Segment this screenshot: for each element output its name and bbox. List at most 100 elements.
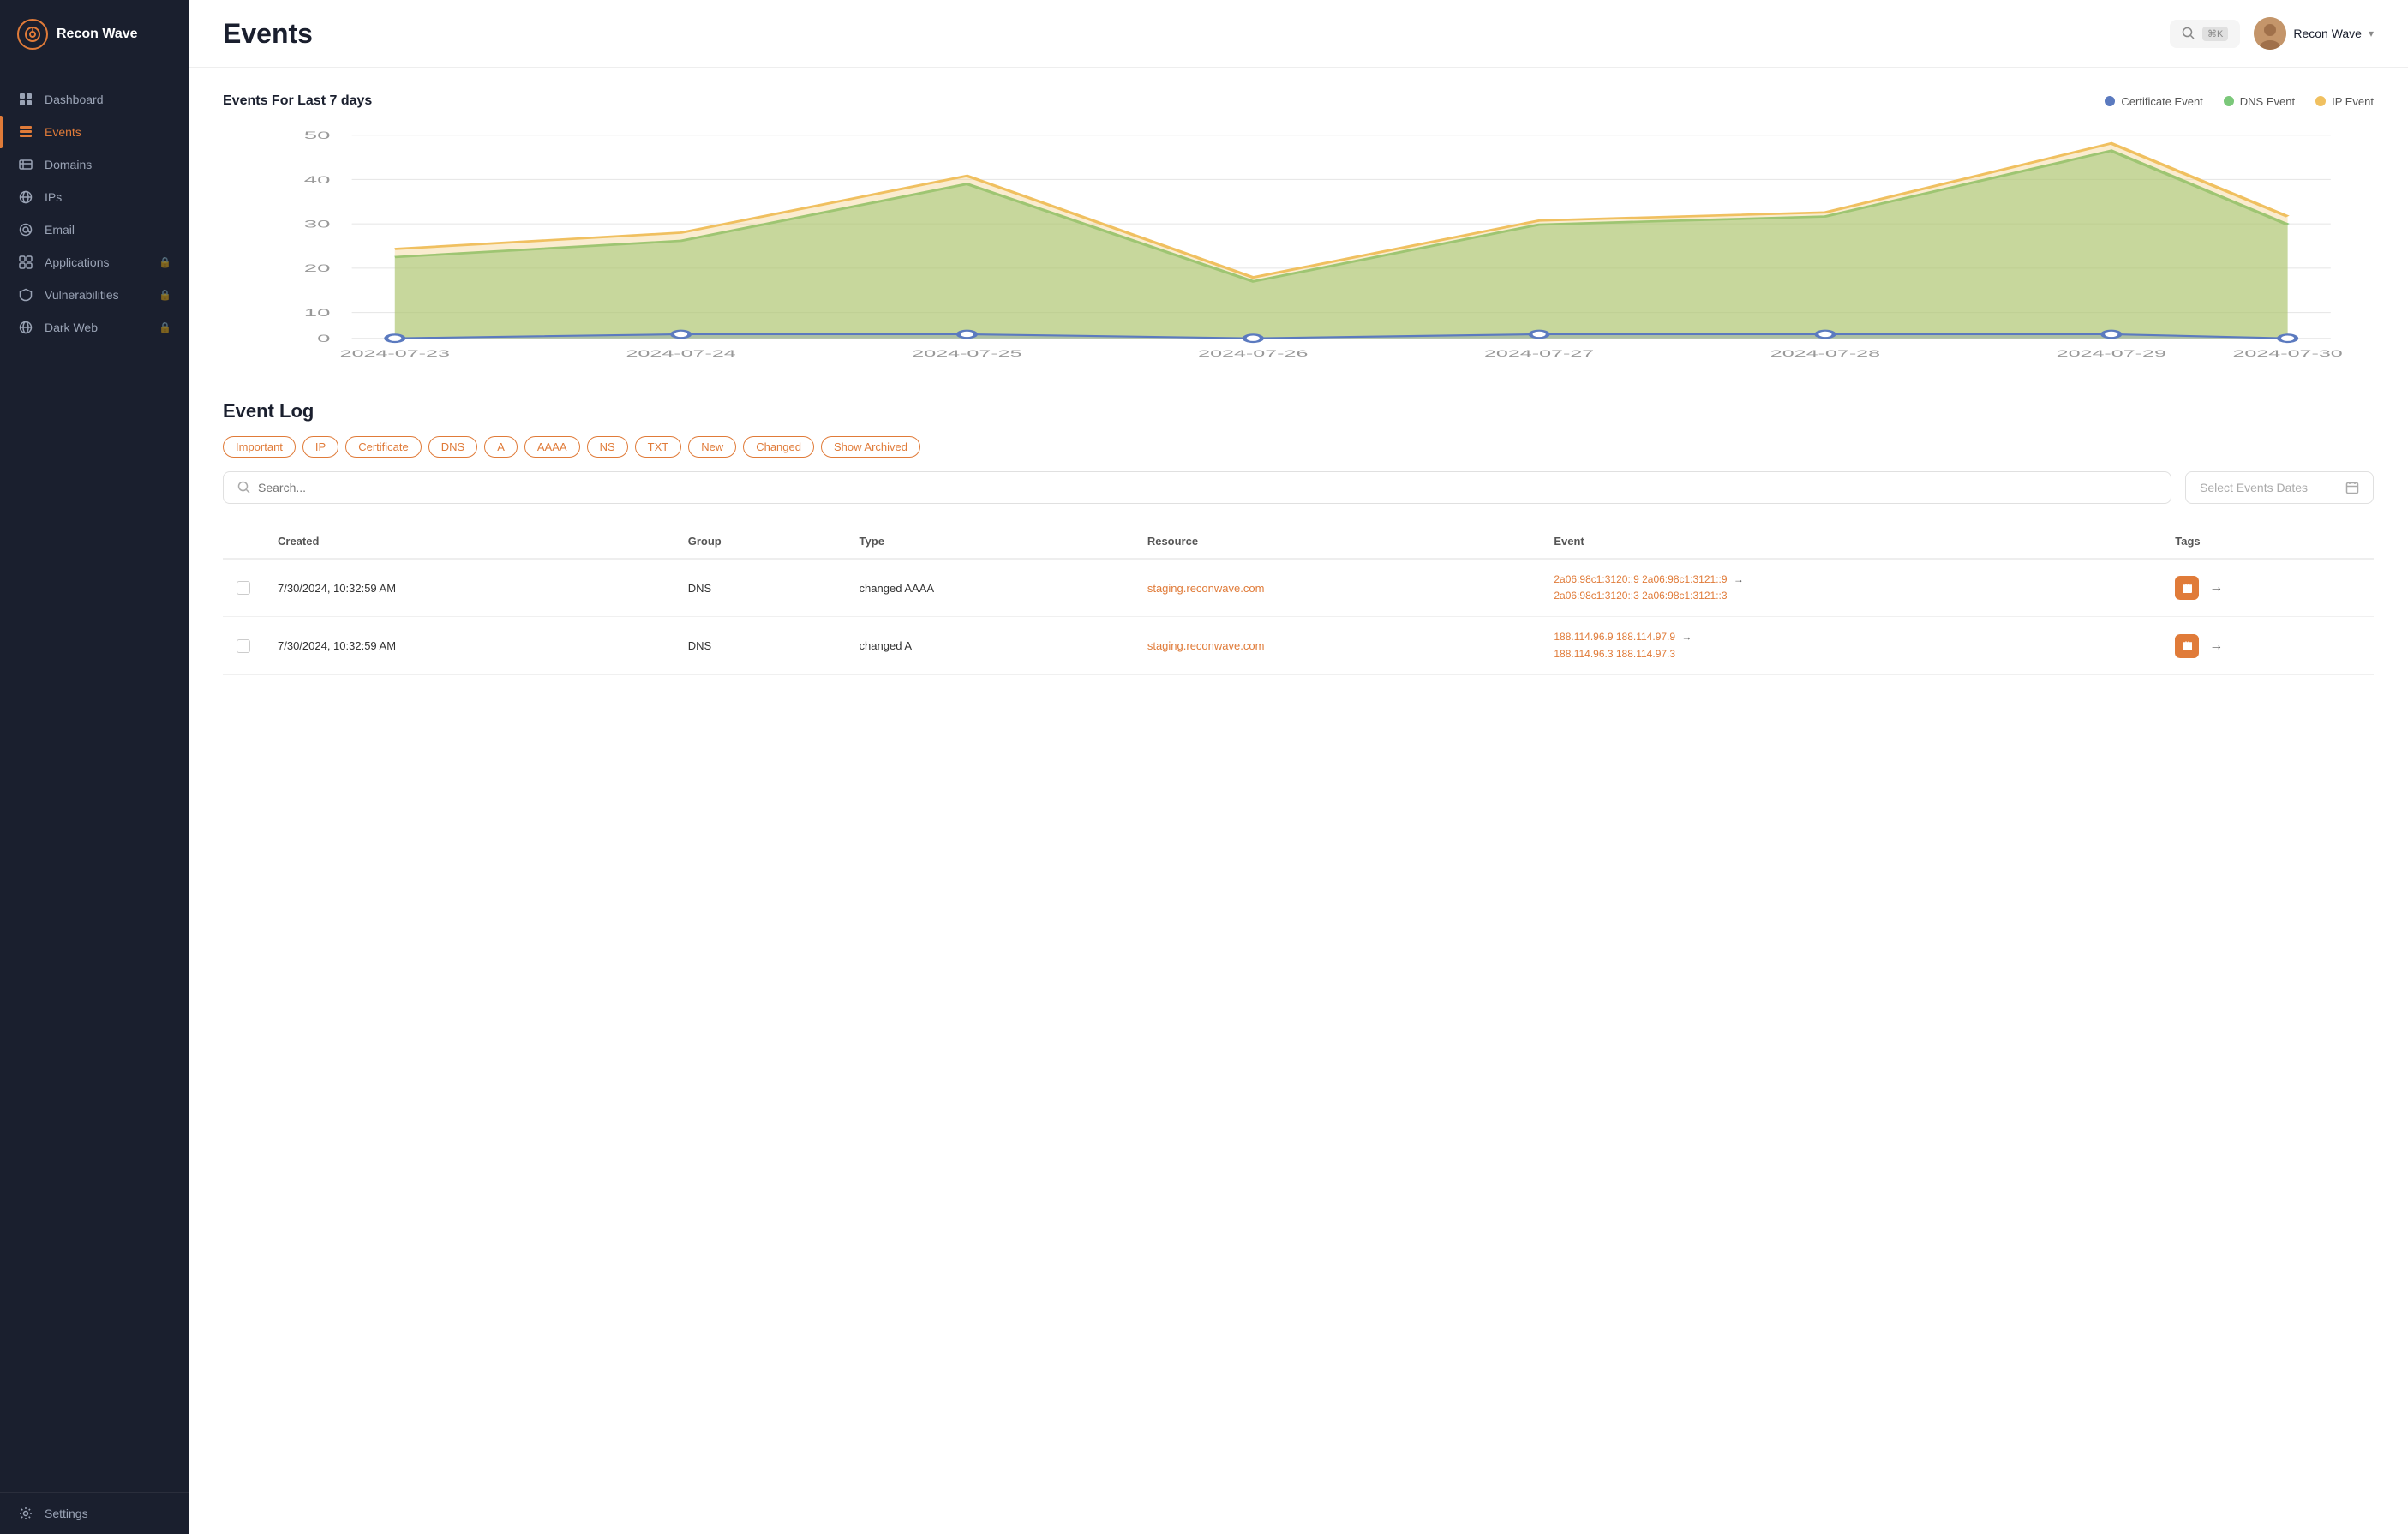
sidebar-item-ips[interactable]: IPs [0, 181, 189, 213]
col-event: Event [1540, 524, 2161, 559]
sidebar-item-label: Applications [45, 255, 148, 269]
col-created: Created [264, 524, 674, 559]
resource-link[interactable]: staging.reconwave.com [1147, 582, 1265, 595]
row-checkbox-cell [223, 559, 264, 617]
sidebar-item-dashboard[interactable]: Dashboard [0, 83, 189, 116]
svg-text:2024-07-28: 2024-07-28 [1770, 349, 1880, 359]
filter-important[interactable]: Important [223, 436, 296, 458]
dashboard-icon [17, 93, 34, 106]
sidebar-item-darkweb[interactable]: Dark Web 🔒 [0, 311, 189, 344]
logo-icon [17, 19, 48, 50]
chart-header: Events For Last 7 days Certificate Event… [223, 93, 2374, 109]
col-checkbox [223, 524, 264, 559]
ip-dot [2315, 96, 2326, 106]
sidebar-item-settings[interactable]: Settings [17, 1507, 171, 1520]
sidebar-item-label: Events [45, 125, 171, 139]
svg-text:2024-07-27: 2024-07-27 [1484, 349, 1594, 359]
filter-changed[interactable]: Changed [743, 436, 814, 458]
page-header: Events ⌘K Recon Wave ▾ [189, 0, 2408, 68]
row-checkbox[interactable] [237, 581, 250, 595]
navigate-button[interactable]: → [2209, 638, 2223, 654]
archive-button[interactable] [2175, 576, 2199, 600]
page-title: Events [223, 18, 313, 50]
event-log-title: Event Log [223, 400, 2374, 422]
cert-dot [2105, 96, 2115, 106]
row-group: DNS [674, 559, 846, 617]
svg-text:2024-07-25: 2024-07-25 [912, 349, 1021, 359]
col-tags: Tags [2161, 524, 2374, 559]
row-event: 188.114.96.9 188.114.97.9 → 188.114.96.3… [1540, 617, 2161, 674]
sidebar-item-domains[interactable]: Domains [0, 148, 189, 181]
lock-icon: 🔒 [159, 289, 171, 301]
col-resource: Resource [1134, 524, 1541, 559]
filter-txt[interactable]: TXT [635, 436, 682, 458]
row-type: changed A [846, 617, 1134, 674]
event-log-section: Event Log Important IP Certificate DNS A… [223, 400, 2374, 675]
sidebar-item-vulnerabilities[interactable]: Vulnerabilities 🔒 [0, 279, 189, 311]
svg-text:2024-07-23: 2024-07-23 [340, 349, 450, 359]
sidebar-item-label: Dark Web [45, 321, 148, 334]
action-icons: → [2175, 576, 2360, 600]
calendar-icon [2345, 481, 2359, 494]
search-box[interactable] [223, 471, 2171, 504]
svg-text:30: 30 [304, 219, 331, 230]
chart-section: Events For Last 7 days Certificate Event… [223, 93, 2374, 366]
row-actions: → [2161, 617, 2374, 674]
dns-label: DNS Event [2240, 95, 2295, 108]
row-checkbox-cell [223, 617, 264, 674]
archive-button[interactable] [2175, 634, 2199, 658]
filter-a[interactable]: A [484, 436, 518, 458]
table-row: 7/30/2024, 10:32:59 AM DNS changed A sta… [223, 617, 2374, 674]
search-button[interactable]: ⌘K [2170, 20, 2240, 48]
svg-text:10: 10 [304, 307, 331, 318]
event-table: Created Group Type Resource Event Tags 7… [223, 524, 2374, 675]
ip-label: IP Event [2332, 95, 2374, 108]
row-checkbox[interactable] [237, 639, 250, 653]
filter-ns[interactable]: NS [587, 436, 628, 458]
svg-text:50: 50 [304, 129, 331, 141]
filter-new[interactable]: New [688, 436, 736, 458]
filter-show-archived[interactable]: Show Archived [821, 436, 920, 458]
date-picker-button[interactable]: Select Events Dates [2185, 471, 2374, 504]
sidebar-item-email[interactable]: Email [0, 213, 189, 246]
filter-tags: Important IP Certificate DNS A AAAA NS T… [223, 436, 2374, 458]
user-menu[interactable]: Recon Wave ▾ [2254, 17, 2374, 50]
date-placeholder: Select Events Dates [2200, 481, 2308, 494]
navigate-button[interactable]: → [2209, 580, 2223, 596]
vulnerabilities-icon [17, 288, 34, 302]
sidebar-item-events[interactable]: Events [0, 116, 189, 148]
logo-area[interactable]: Recon Wave [0, 0, 189, 69]
page-content: Events For Last 7 days Certificate Event… [189, 68, 2408, 701]
header-actions: ⌘K Recon Wave ▾ [2170, 17, 2374, 50]
events-icon [17, 125, 34, 139]
svg-text:2024-07-30: 2024-07-30 [2232, 349, 2342, 359]
sidebar-item-label: Dashboard [45, 93, 171, 106]
svg-text:40: 40 [304, 174, 331, 185]
main-content: Events ⌘K Recon Wave ▾ [189, 0, 2408, 1534]
filter-aaaa[interactable]: AAAA [524, 436, 580, 458]
sidebar-item-applications[interactable]: Applications 🔒 [0, 246, 189, 279]
svg-text:2024-07-26: 2024-07-26 [1198, 349, 1308, 359]
filter-dns[interactable]: DNS [428, 436, 477, 458]
event-addresses: 188.114.96.9 188.114.97.9 → 188.114.96.3… [1554, 629, 2147, 662]
row-type: changed AAAA [846, 559, 1134, 617]
chevron-down-icon: ▾ [2369, 27, 2374, 39]
sidebar-footer: Settings [0, 1492, 189, 1534]
chart-title: Events For Last 7 days [223, 93, 372, 109]
settings-icon [17, 1507, 34, 1520]
lock-icon: 🔒 [159, 256, 171, 268]
resource-link[interactable]: staging.reconwave.com [1147, 639, 1265, 652]
table-row: 7/30/2024, 10:32:59 AM DNS changed AAAA … [223, 559, 2374, 617]
sidebar: Recon Wave Dashboard Events Domains [0, 0, 189, 1534]
filter-ip[interactable]: IP [302, 436, 338, 458]
sidebar-item-label: IPs [45, 190, 171, 204]
row-resource: staging.reconwave.com [1134, 617, 1541, 674]
search-input[interactable] [258, 481, 2157, 494]
svg-text:0: 0 [317, 333, 330, 344]
cmd-shortcut: ⌘K [2202, 27, 2228, 41]
sidebar-item-label: Email [45, 223, 171, 237]
dns-dot [2224, 96, 2234, 106]
chart-legend: Certificate Event DNS Event IP Event [2105, 95, 2374, 108]
table-header: Created Group Type Resource Event Tags [223, 524, 2374, 559]
filter-certificate[interactable]: Certificate [345, 436, 422, 458]
